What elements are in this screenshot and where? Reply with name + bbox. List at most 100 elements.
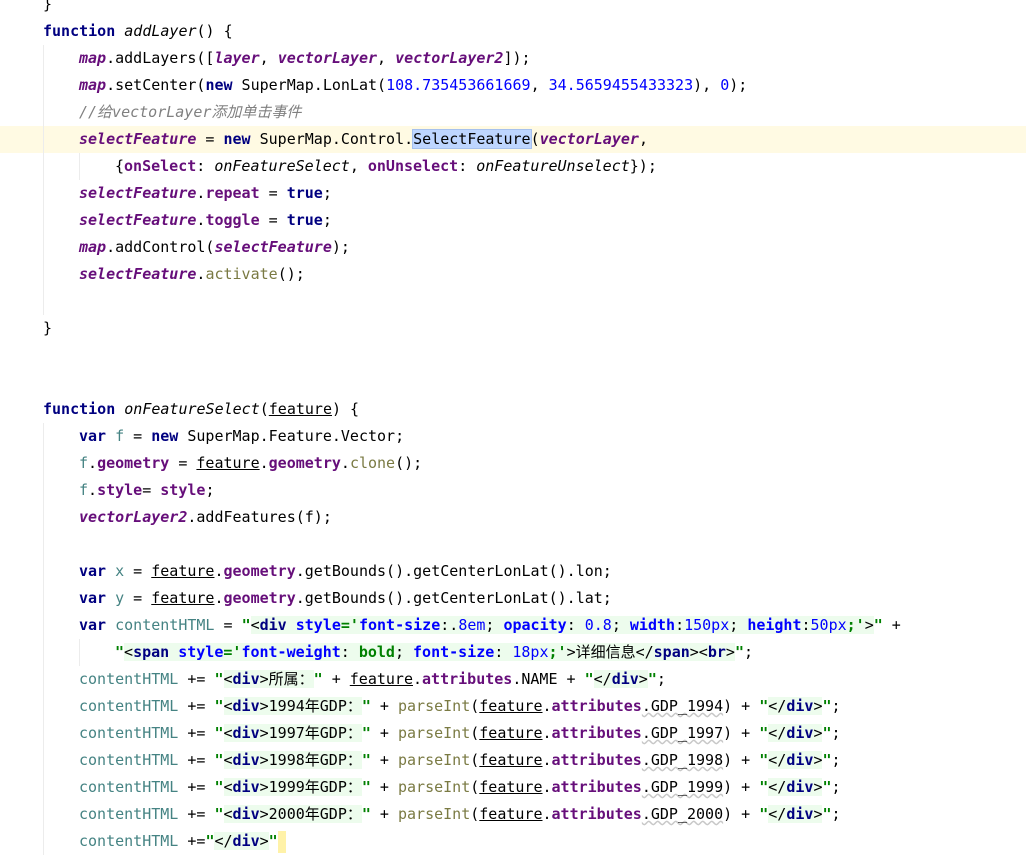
code-token: opacity: [503, 616, 567, 634]
code-line[interactable]: contentHTML += "<div>所属：" + feature.attr…: [0, 666, 1026, 693]
code-token: ": [822, 805, 832, 823]
code-token: attributes: [551, 697, 642, 715]
code-line[interactable]: contentHTML += "<div>1999年GDP：" + parseI…: [0, 774, 1026, 801]
code-token: onSelect: [124, 157, 197, 175]
code-line[interactable]: [0, 369, 1026, 396]
code-line[interactable]: map.addControl(selectFeature);: [0, 234, 1026, 261]
code-text: function addLayer() {: [43, 18, 233, 45]
code-token: <: [223, 670, 233, 688]
code-token: ;: [485, 616, 504, 634]
code-token: .: [413, 670, 423, 688]
code-token: }: [43, 319, 53, 337]
code-token: f: [115, 427, 125, 445]
code-token: repeat: [205, 184, 260, 202]
code-token: =: [124, 589, 152, 607]
code-token: <: [250, 616, 260, 634]
code-token: <: [223, 724, 233, 742]
code-token: contentHTML: [79, 832, 179, 850]
code-token: ;': [548, 643, 567, 661]
code-line[interactable]: [0, 531, 1026, 558]
code-line[interactable]: map.setCenter(new SuperMap.LonLat(108.73…: [0, 72, 1026, 99]
code-line[interactable]: var y = feature.geometry.getBounds().get…: [0, 585, 1026, 612]
code-line[interactable]: f.geometry = feature.geometry.clone();: [0, 450, 1026, 477]
code-line[interactable]: }: [0, 315, 1026, 342]
code-line[interactable]: var contentHTML = "<div style='font-size…: [0, 612, 1026, 639]
code-line[interactable]: function addLayer() {: [0, 18, 1026, 45]
code-line[interactable]: map.addLayers([layer, vectorLayer, vecto…: [0, 45, 1026, 72]
code-token: onUnselect: [367, 157, 459, 175]
code-line[interactable]: [0, 342, 1026, 369]
code-token: 18px: [512, 643, 549, 661]
code-line[interactable]: //给vectorLayer添加单击事件: [0, 99, 1026, 126]
code-token: ;': [846, 616, 865, 634]
code-token: ;: [322, 211, 332, 229]
code-line[interactable]: function onFeatureSelect(feature) {: [0, 396, 1026, 423]
code-token: ;: [394, 643, 414, 661]
code-line[interactable]: selectFeature.repeat = true;: [0, 180, 1026, 207]
code-token: div: [259, 616, 287, 634]
code-token: ": [214, 805, 224, 823]
code-token: .addLayers([: [106, 49, 215, 67]
code-token: geometry: [268, 454, 341, 472]
code-line[interactable]: var f = new SuperMap.Feature.Vector;: [0, 423, 1026, 450]
code-token: >1998年GDP：: [259, 751, 362, 769]
code-editor[interactable]: } function addLayer() {map.addLayers([lay…: [0, 0, 1026, 855]
code-token: height: [747, 616, 802, 634]
indent-guide: [43, 99, 44, 126]
code-line[interactable]: {onSelect: onFeatureSelect, onUnselect: …: [0, 153, 1026, 180]
code-token: =: [142, 481, 161, 499]
code-token: (: [530, 130, 540, 148]
code-text: map.setCenter(new SuperMap.LonLat(108.73…: [79, 72, 747, 99]
code-token: attributes: [551, 805, 642, 823]
code-token: +: [882, 616, 901, 634]
code-token: =': [223, 643, 242, 661]
code-line[interactable]: vectorLayer2.addFeatures(f);: [0, 504, 1026, 531]
code-token: ;: [743, 643, 753, 661]
code-token: ;: [322, 184, 332, 202]
code-token: y: [115, 589, 125, 607]
code-line[interactable]: f.style= style;: [0, 477, 1026, 504]
code-line[interactable]: }: [0, 0, 1026, 18]
code-line[interactable]: selectFeature = new SuperMap.Control.Sel…: [0, 126, 1026, 153]
code-line[interactable]: contentHTML += "<div>2000年GDP：" + parseI…: [0, 801, 1026, 828]
code-token: SelectFeature: [412, 129, 532, 149]
code-line[interactable]: "<span style='font-weight: bold; font-si…: [0, 639, 1026, 666]
code-token: feature: [151, 562, 215, 580]
indent-guide: [43, 180, 44, 207]
code-text: selectFeature.repeat = true;: [79, 180, 332, 207]
code-token: ;: [611, 616, 630, 634]
code-token: ": [361, 805, 371, 823]
code-token: attributes: [551, 724, 642, 742]
code-token: div: [232, 778, 260, 796]
code-token: >1994年GDP：: [259, 697, 362, 715]
code-line[interactable]: selectFeature.activate();: [0, 261, 1026, 288]
code-line[interactable]: contentHTML +="</div>": [0, 828, 1026, 855]
code-line[interactable]: var x = feature.geometry.getBounds().get…: [0, 558, 1026, 585]
code-token: selectFeature: [79, 265, 197, 283]
code-line[interactable]: [0, 288, 1026, 315]
code-line[interactable]: contentHTML += "<div>1994年GDP：" + parseI…: [0, 693, 1026, 720]
indent-guide: [43, 774, 44, 801]
code-text: {onSelect: onFeatureSelect, onUnselect: …: [115, 153, 657, 180]
indent-guide: [43, 261, 44, 288]
code-token: +=: [178, 832, 206, 850]
code-token: >: [638, 670, 648, 688]
code-text: selectFeature.toggle = true;: [79, 207, 332, 234]
code-token: .GDP_1998: [641, 751, 724, 769]
code-token: geometry: [223, 562, 296, 580]
code-text: contentHTML +="</div>": [79, 828, 286, 855]
code-token: 108.735453661669: [386, 76, 531, 94]
code-line[interactable]: contentHTML += "<div>1998年GDP：" + parseI…: [0, 747, 1026, 774]
code-text: contentHTML += "<div>1994年GDP：" + parseI…: [79, 693, 841, 720]
code-token: attributes: [551, 778, 642, 796]
code-token: br: [707, 643, 726, 661]
code-token: div: [786, 751, 814, 769]
code-line[interactable]: contentHTML += "<div>1997年GDP：" + parseI…: [0, 720, 1026, 747]
code-token: ": [822, 778, 832, 796]
code-token: selectFeature: [79, 184, 197, 202]
code-token: .GDP_2000: [641, 805, 724, 823]
code-line[interactable]: selectFeature.toggle = true;: [0, 207, 1026, 234]
code-token: +=: [178, 670, 215, 688]
code-token: >详细信息</: [566, 643, 654, 661]
